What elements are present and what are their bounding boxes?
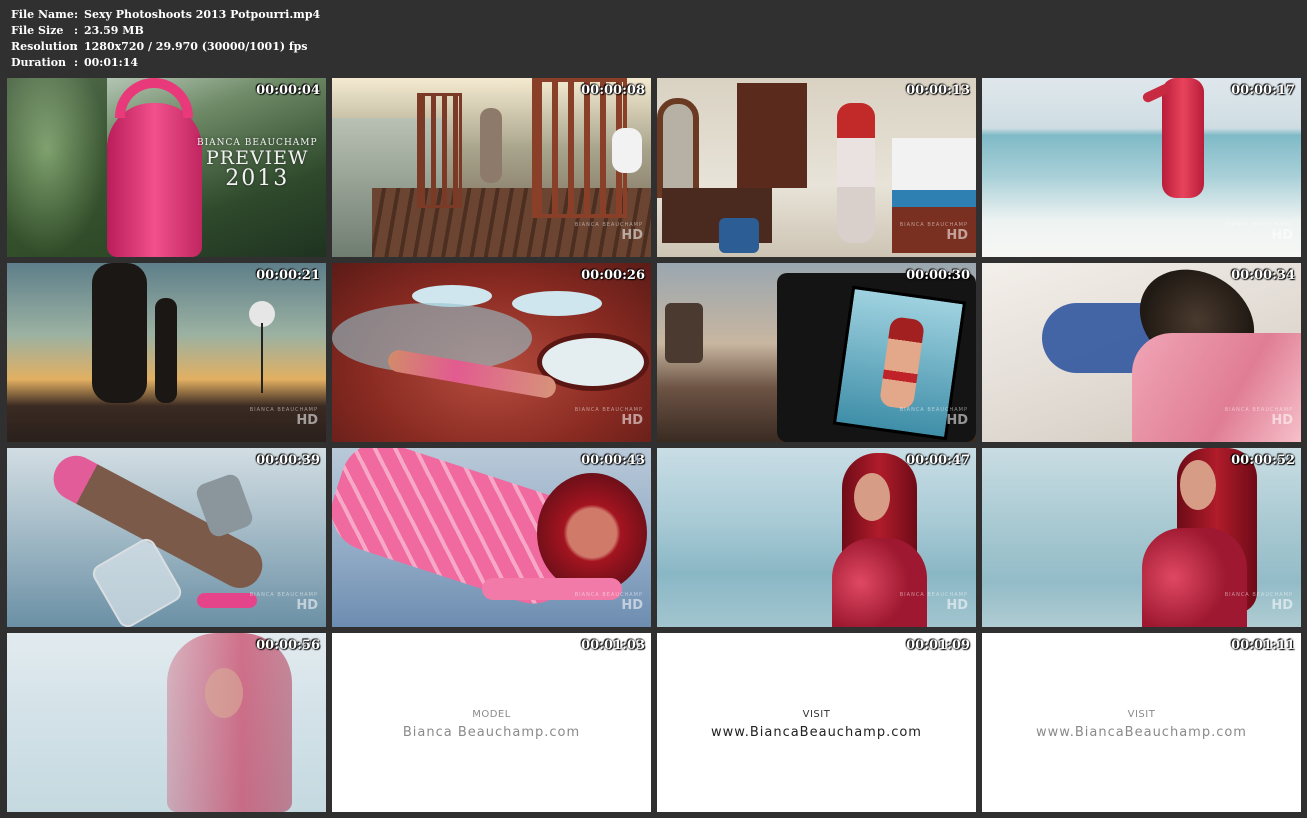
hd-logo: HD — [946, 598, 968, 613]
faded-figure — [167, 633, 292, 812]
file-name-label: File Name — [11, 8, 74, 21]
resolution-value: 1280x720 / 29.970 (30000/1001) fps — [84, 40, 308, 53]
thumbnail-9[interactable]: BIANCA BEAUCHAMP HD 00:00:39 — [7, 448, 326, 627]
timestamp: 00:00:17 — [1231, 83, 1295, 98]
hd-logo: HD — [296, 598, 318, 613]
thumbnail-8[interactable]: BIANCA BEAUCHAMP HD 00:00:34 — [982, 263, 1301, 442]
timestamp: 00:01:11 — [1231, 638, 1295, 653]
thumbnail-13[interactable]: 00:00:56 — [7, 633, 326, 812]
wardrobe — [737, 83, 807, 188]
thumbnail-11[interactable]: BIANCA BEAUCHAMP HD 00:00:47 — [657, 448, 976, 627]
timestamp: 00:00:30 — [906, 268, 970, 283]
card-big-label: www.BiancaBeauchamp.com — [1036, 725, 1247, 740]
pink-strap — [197, 593, 257, 608]
timestamp: 00:00:52 — [1231, 453, 1295, 468]
photographer-silhouette — [92, 263, 147, 403]
timestamp: 00:01:09 — [906, 638, 970, 653]
face — [854, 473, 890, 521]
duration-value: 00:01:14 — [84, 56, 139, 69]
latex-red-top — [1142, 528, 1247, 627]
file-name-value: Sexy Photoshoots 2013 Potpourri.mp4 — [84, 8, 321, 21]
timestamp: 00:00:08 — [581, 83, 645, 98]
face — [1180, 460, 1216, 510]
timestamp: 00:00:21 — [256, 268, 320, 283]
figure-red-hair — [837, 103, 875, 243]
timestamp: 00:00:47 — [906, 453, 970, 468]
preview-title: BIANCA BEAUCHAMP PREVIEW 2013 — [197, 138, 318, 190]
timestamp: 00:00:43 — [581, 453, 645, 468]
card-small-label: VISIT — [1127, 709, 1156, 720]
thumbnail-12[interactable]: BIANCA BEAUCHAMP HD 00:00:52 — [982, 448, 1301, 627]
white-bag — [612, 128, 642, 173]
figure-latex-red — [1162, 78, 1204, 198]
light-stand — [261, 323, 263, 393]
figure-arms — [115, 78, 193, 118]
duration-sep: : — [74, 56, 79, 69]
thumbnail-16[interactable]: VISIT www.BiancaBeauchamp.com 00:01:11 — [982, 633, 1301, 812]
thumbnail-3[interactable]: BIANCA BEAUCHAMP HD 00:00:13 — [657, 78, 976, 257]
timestamp: 00:00:39 — [256, 453, 320, 468]
thumbnail-15[interactable]: VISIT www.BiancaBeauchamp.com 00:01:09 — [657, 633, 976, 812]
thumbnail-4[interactable]: BIANCA BEAUCHAMP HD 00:00:17 — [982, 78, 1301, 257]
duration-row: Duration : 00:01:14 — [11, 55, 320, 71]
timestamp: 00:00:13 — [906, 83, 970, 98]
hd-logo: HD — [1271, 598, 1293, 613]
jacuzzi-ring-2 — [512, 291, 602, 316]
red-hair — [537, 473, 647, 593]
thumbnail-6[interactable]: BIANCA BEAUCHAMP HD 00:00:26 — [332, 263, 651, 442]
file-size-sep: : — [74, 24, 79, 37]
file-info-header: File Name : Sexy Photoshoots 2013 Potpou… — [11, 7, 320, 71]
hd-logo: HD — [621, 228, 643, 243]
timestamp: 00:01:03 — [581, 638, 645, 653]
hd-logo: HD — [621, 413, 643, 428]
file-size-row: File Size : 23.59 MB — [11, 23, 320, 39]
file-name-sep: : — [74, 8, 79, 21]
timestamp: 00:00:26 — [581, 268, 645, 283]
hd-logo: HD — [946, 228, 968, 243]
palm-foliage — [7, 78, 107, 257]
thumbnail-1[interactable]: BIANCA BEAUCHAMP PREVIEW 2013 00:00:04 — [7, 78, 326, 257]
hd-logo: HD — [296, 413, 318, 428]
timestamp: 00:00:04 — [256, 83, 320, 98]
thumbnail-7[interactable]: BIANCA BEAUCHAMP HD 00:00:30 — [657, 263, 976, 442]
resolution-label: Resolution — [11, 40, 78, 53]
latex-red-top — [832, 538, 927, 627]
file-size-value: 23.59 MB — [84, 24, 144, 37]
wooden-post — [665, 303, 703, 363]
file-size-label: File Size — [11, 24, 64, 37]
card-big-label: Bianca Beauchamp.com — [402, 725, 581, 740]
duration-label: Duration — [11, 56, 67, 69]
card-small-label: VISIT — [802, 709, 831, 720]
timestamp: 00:00:56 — [256, 638, 320, 653]
hd-logo: HD — [1271, 228, 1293, 243]
stool — [719, 218, 759, 253]
thumbnail-14[interactable]: MODEL Bianca Beauchamp.com 00:01:03 — [332, 633, 651, 812]
thumbnail-2[interactable]: BIANCA BEAUCHAMP HD 00:00:08 — [332, 78, 651, 257]
timestamp: 00:00:34 — [1231, 268, 1295, 283]
figure — [480, 108, 502, 183]
wooden-gate-left — [417, 93, 462, 208]
resolution-sep: : — [74, 40, 79, 53]
hd-logo: HD — [1271, 413, 1293, 428]
hd-logo: HD — [621, 598, 643, 613]
model-silhouette — [155, 298, 177, 403]
faded-face — [205, 668, 243, 718]
preview-year: 2013 — [225, 166, 290, 191]
preview-word: PREVIEW — [205, 147, 309, 169]
figure-latex-pink — [107, 103, 202, 257]
thumbnail-10[interactable]: BIANCA BEAUCHAMP HD 00:00:43 — [332, 448, 651, 627]
card-small-label: MODEL — [472, 709, 511, 720]
thumbnail-grid: BIANCA BEAUCHAMP PREVIEW 2013 00:00:04 B… — [7, 78, 1301, 812]
hd-logo: HD — [946, 413, 968, 428]
thumbnail-5[interactable]: BIANCA BEAUCHAMP HD 00:00:21 — [7, 263, 326, 442]
card-big-label: www.BiancaBeauchamp.com — [711, 725, 922, 740]
mirror — [657, 98, 699, 198]
file-name-row: File Name : Sexy Photoshoots 2013 Potpou… — [11, 7, 320, 23]
resolution-row: Resolution : 1280x720 / 29.970 (30000/10… — [11, 39, 320, 55]
